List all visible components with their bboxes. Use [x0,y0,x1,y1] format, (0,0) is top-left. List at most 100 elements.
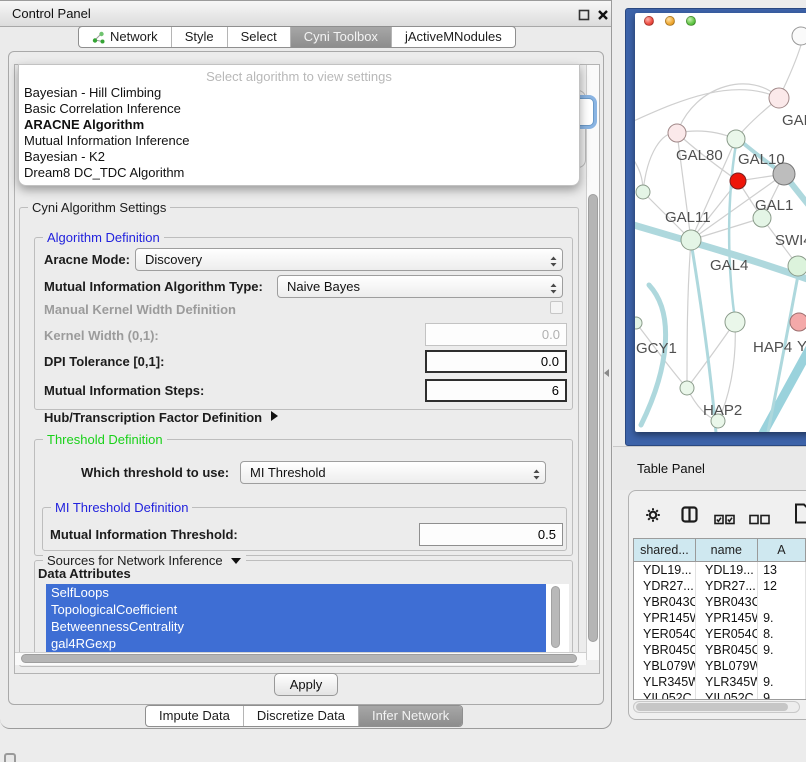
data-attribute-item[interactable]: SelfLoops [46,584,546,601]
close-panel-icon[interactable] [597,8,609,20]
table-cell: YLR345W [634,674,696,690]
network-node-y[interactable] [790,313,806,331]
node-label: GAL80 [676,147,723,164]
network-view[interactable]: GALGAL80GAL10GAL1GAL11SWI4GAL4GCY1HAP4YH… [635,13,806,432]
table-row[interactable]: YDL19...YDL19...13 [634,562,806,578]
node-label: GAL11 [665,209,711,226]
table-row[interactable]: YIL052CYIL052C9 [634,690,806,700]
select-all-checkboxes-icon[interactable] [714,512,735,530]
split-columns-icon[interactable] [681,506,698,528]
gear-icon[interactable] [645,507,661,528]
table-cell: YDL19... [696,562,758,578]
hub-transcription-factor-expander[interactable]: Hub/Transcription Factor Definition [44,410,279,425]
network-node-gal4[interactable] [681,230,701,250]
tab-discretize-data[interactable]: Discretize Data [243,706,358,726]
data-attributes-label: Data Attributes [38,566,131,581]
table-row[interactable]: YLR345WYLR345W9. [634,674,806,690]
mi-algorithm-type-select[interactable]: Naive Bayes [277,275,563,298]
table-row[interactable]: YPR145WYPR145W9. [634,610,806,626]
data-attributes-list[interactable]: SelfLoopsTopologicalCoefficientBetweenne… [46,584,569,652]
algorithm-dropdown-popup: Select algorithm to view settings Bayesi… [18,64,580,186]
stepper-icon [532,466,541,487]
which-threshold-value: MI Threshold [250,465,326,480]
float-window-icon[interactable] [578,8,590,20]
algorithm-option[interactable]: Bayesian - Hill Climbing [19,85,579,101]
table-cell: YBR043C [634,594,696,610]
tab-label: Style [185,26,214,48]
close-window-traffic-light[interactable] [644,16,654,26]
algorithm-option[interactable]: Dream8 DC_TDC Algorithm [19,165,579,181]
table-panel-titlebar: Table Panel [613,446,806,490]
table-horizontal-scrollbar[interactable] [633,701,800,713]
screen: Control Panel NetworkStyleSelectCyni Too… [0,0,806,762]
table-panel-title: Table Panel [637,461,705,476]
data-attribute-item[interactable]: gal4RGexp [46,635,546,652]
data-attribute-item[interactable]: TopologicalCoefficient [46,601,546,618]
table-cell: YDL19... [634,562,696,578]
aracne-mode-select[interactable]: Discovery [135,248,563,271]
network-node-hap4[interactable] [725,312,745,332]
network-node[interactable] [788,256,806,276]
network-node-gal10[interactable] [727,130,745,148]
deselect-all-checkboxes-icon[interactable] [749,512,770,530]
network-node-hap2[interactable] [680,381,694,395]
network-node[interactable] [730,173,746,189]
table-cell: YER054C [634,626,696,642]
table-cell: 8. [758,626,806,642]
column-header[interactable]: shared... [634,539,696,561]
panel-splitter-collapse-icon[interactable] [604,369,609,377]
dpi-tolerance-label: DPI Tolerance [0,1]: [44,354,164,369]
table-cell: YIL052C [634,690,696,700]
table-horizontal-scrollbar-thumb[interactable] [636,703,788,711]
mi-steps-field[interactable]: 6 [425,379,567,402]
table-cell: YPR145W [696,610,758,626]
tab-label: Network [110,26,158,48]
network-node-gcy1[interactable] [635,317,642,329]
algorithm-option[interactable]: Basic Correlation Inference [19,101,579,117]
table-cell: YDR27... [696,578,758,594]
document-icon[interactable] [794,503,806,529]
network-node[interactable] [792,27,806,45]
settings-horizontal-scrollbar-thumb[interactable] [21,654,577,663]
which-threshold-select[interactable]: MI Threshold [240,461,546,484]
algorithm-option[interactable]: ARACNE Algorithm [19,117,579,133]
tab-label: Discretize Data [257,705,345,727]
hub-transcription-factor-label: Hub/Transcription Factor Definition [44,410,262,425]
table-cell: YDR27... [634,578,696,594]
tab-style[interactable]: Style [171,27,227,47]
mi-threshold-field[interactable]: 0.5 [419,523,563,546]
collapsed-panel-icon[interactable] [4,753,16,762]
tab-impute-data[interactable]: Impute Data [146,706,243,726]
algorithm-option[interactable]: Mutual Information Inference [19,133,579,149]
apply-button[interactable]: Apply [274,673,338,696]
tab-jactivemnodules[interactable]: jActiveMNodules [391,27,515,47]
table-body: YDL19...YDL19...13YDR27...YDR27...12YBR0… [634,562,806,700]
tab-network[interactable]: Network [79,27,171,47]
network-node-gal11[interactable] [636,185,650,199]
table-row[interactable]: YER054CYER054C8. [634,626,806,642]
settings-vertical-scrollbar-thumb[interactable] [588,194,598,642]
node-attribute-table[interactable]: shared...nameA YDL19...YDL19...13YDR27..… [633,538,806,700]
table-row[interactable]: YBL079WYBL079W [634,658,806,674]
tab-cyni-toolbox[interactable]: Cyni Toolbox [290,27,391,47]
algorithm-option[interactable]: Bayesian - K2 [19,149,579,165]
network-node-gal[interactable] [769,88,789,108]
minimize-window-traffic-light[interactable] [665,16,675,26]
table-row[interactable]: YBR045CYBR045C9. [634,642,806,658]
mi-steps-label: Mutual Information Steps: [44,383,204,398]
data-attribute-item[interactable]: BetweennessCentrality [46,618,546,635]
column-header[interactable]: name [696,539,758,561]
table-row[interactable]: YDR27...YDR27...12 [634,578,806,594]
dpi-tolerance-field[interactable]: 0.0 [425,350,567,373]
kernel-width-field[interactable]: 0.0 [425,323,567,346]
tab-select[interactable]: Select [227,27,290,47]
table-cell: 13 [758,562,806,578]
tab-infer-network[interactable]: Infer Network [358,706,462,726]
column-header[interactable]: A [758,539,806,561]
manual-kernel-width-checkbox[interactable] [550,301,563,314]
table-cell: YBL079W [696,658,758,674]
attributes-list-scrollbar[interactable] [551,586,560,648]
network-node-gal80[interactable] [668,124,686,142]
zoom-window-traffic-light[interactable] [686,16,696,26]
table-row[interactable]: YBR043CYBR043C [634,594,806,610]
